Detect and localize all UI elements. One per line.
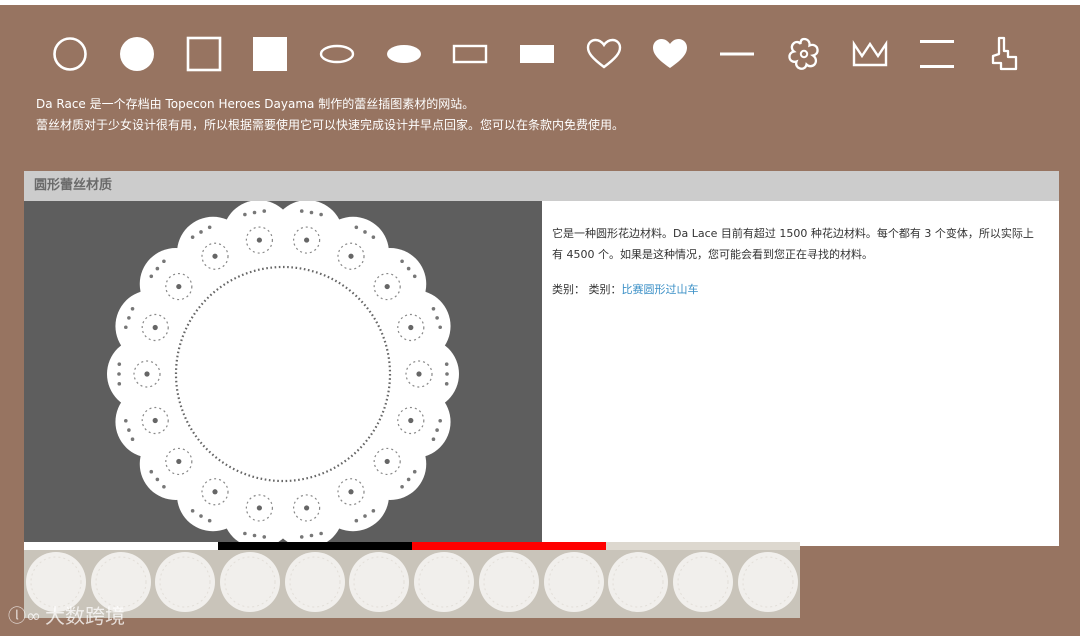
shape-heart-filled-button[interactable]: [637, 26, 704, 82]
shape-flower-outline-button[interactable]: [770, 26, 837, 82]
shape-heart-outline-button[interactable]: [570, 26, 637, 82]
round-doily-icon: [107, 201, 459, 546]
heart-filled-icon: [653, 39, 688, 68]
shape-corner-button[interactable]: [970, 26, 1037, 82]
corner-icon: [991, 36, 1017, 71]
panel-title: 圆形蕾丝材质: [24, 171, 1059, 201]
material-panel: 圆形蕾丝材质 它是一种圆形花边材料。Da Lace 目前有超过 1500 种花边…: [24, 171, 1059, 546]
shape-ellipse-outline-button[interactable]: [304, 26, 371, 82]
panel-description-block: 它是一种圆形花边材料。Da Lace 目前有超过 1500 种花边材料。每个都有…: [552, 223, 1044, 314]
shape-square-filled-button[interactable]: [237, 26, 304, 82]
watermark-logo-icon: ⓛ∞: [8, 605, 41, 627]
lace-scallop: [671, 552, 736, 612]
rectangle-outline-icon: [453, 44, 488, 64]
lace-strip-preview: [24, 542, 800, 618]
swatch-beige[interactable]: [606, 542, 800, 550]
intro-line-1: Da Race 是一个存档由 Topecon Heroes Dayama 制作的…: [36, 97, 475, 111]
category-line: 类别： 类别：比赛圆形过山车: [552, 279, 1044, 300]
flower-outline-icon: [788, 37, 819, 70]
top-border: [0, 0, 1080, 5]
square-outline-icon: [186, 36, 221, 72]
rectangle-filled-icon: [520, 45, 555, 63]
watermark: ⓛ∞ 大数跨境: [8, 600, 125, 629]
site-intro: Da Race 是一个存档由 Topecon Heroes Dayama 制作的…: [36, 94, 624, 136]
shape-square-outline-button[interactable]: [170, 26, 237, 82]
category-link[interactable]: 比赛圆形过山车: [622, 283, 699, 296]
swatch-black[interactable]: [218, 542, 412, 550]
shape-crown-outline-button[interactable]: [837, 26, 904, 82]
watermark-text: 大数跨境: [45, 604, 125, 628]
lace-scallop: [542, 552, 607, 612]
shape-circle-filled-button[interactable]: [104, 26, 171, 82]
intro-line-2: 蕾丝材质对于少女设计很有用，所以根据需要使用它可以快速完成设计并早点回家。您可以…: [36, 118, 625, 132]
shape-rectangle-filled-button[interactable]: [504, 26, 571, 82]
lace-scallop: [153, 552, 218, 612]
lace-scallop: [736, 552, 800, 612]
square-filled-icon: [253, 37, 288, 71]
ellipse-outline-icon: [319, 44, 355, 64]
lace-scallop: [283, 552, 348, 612]
lace-scallop: [412, 552, 477, 612]
lace-scallop-row: [24, 552, 800, 612]
lace-preview-image[interactable]: [24, 201, 542, 546]
shape-rectangle-outline-button[interactable]: [437, 26, 504, 82]
ellipse-filled-icon: [386, 45, 421, 63]
shape-double-line-button[interactable]: [904, 26, 971, 82]
crown-outline-icon: [853, 40, 888, 67]
shape-ellipse-filled-button[interactable]: [370, 26, 437, 82]
lace-scallop: [477, 552, 542, 612]
category-label: 类别： 类别：: [552, 283, 622, 296]
shape-nav: [37, 26, 1037, 82]
lace-scallop: [218, 552, 283, 612]
lace-scallop: [606, 552, 671, 612]
circle-filled-icon: [120, 37, 154, 71]
heart-outline-icon: [586, 38, 621, 69]
panel-description: 它是一种圆形花边材料。Da Lace 目前有超过 1500 种花边材料。每个都有…: [552, 227, 1034, 261]
swatch-white[interactable]: [24, 542, 218, 550]
shape-circle-outline-button[interactable]: [37, 26, 104, 82]
shape-line-button[interactable]: [704, 26, 771, 82]
line-icon: [720, 52, 755, 56]
swatch-red[interactable]: [412, 542, 606, 550]
lace-scallop: [347, 552, 412, 612]
circle-outline-icon: [53, 37, 88, 71]
double-line-icon: [920, 40, 955, 68]
